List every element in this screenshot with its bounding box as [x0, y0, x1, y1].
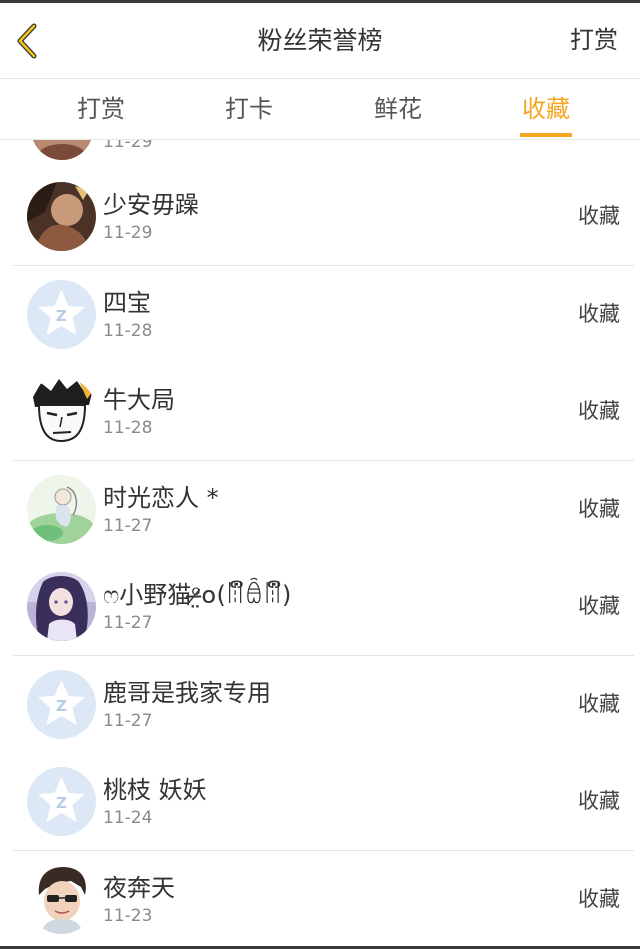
avatar — [27, 377, 96, 446]
favorite-label: 收藏 — [578, 692, 620, 716]
favorite-label: 收藏 — [578, 302, 620, 326]
avatar: Z — [27, 767, 96, 836]
tab-flowers[interactable]: 鲜花 — [343, 79, 453, 139]
default-avatar-icon: Z — [27, 767, 96, 836]
favorite-label: 收藏 — [578, 887, 620, 911]
list-item-date: 11-24 — [103, 808, 153, 828]
tab-checkin[interactable]: 打卡 — [194, 79, 304, 139]
list-item[interactable]: 牛大局 11-28 收藏 — [13, 363, 634, 461]
avatar — [27, 572, 96, 641]
list-item-name: 桃枝 妖妖 — [103, 776, 207, 804]
list-item[interactable]: Z 鹿哥是我家专用 11-27 收藏 — [13, 656, 634, 754]
tab-label: 鲜花 — [374, 95, 422, 123]
svg-text:Z: Z — [56, 697, 67, 715]
list-item[interactable]: 少安毋躁 11-29 收藏 — [13, 168, 634, 266]
list-item-name: 鹿哥是我家专用 — [103, 679, 271, 707]
list-item[interactable]: 时光恋人 * 11-27 收藏 — [13, 461, 634, 559]
avatar — [27, 865, 96, 934]
list-item-name: 少安毋躁 — [103, 191, 199, 219]
anime-girl-icon — [27, 572, 96, 641]
illustration-avatar-icon — [27, 475, 96, 544]
list-item-name: 牛大局 — [103, 386, 175, 414]
favorite-label: 收藏 — [578, 497, 620, 521]
list-item-date: 11-29 — [103, 140, 153, 152]
reward-button[interactable]: 打赏 — [570, 3, 618, 78]
list-item[interactable]: Z 四宝 11-28 收藏 — [13, 266, 634, 364]
tab-reward[interactable]: 打赏 — [46, 79, 156, 139]
avatar — [27, 182, 96, 251]
svg-text:Z: Z — [56, 794, 67, 812]
list-item-date: 11-28 — [103, 418, 153, 438]
tab-favorites[interactable]: 收藏 — [491, 79, 601, 139]
default-avatar-icon: Z — [27, 670, 96, 739]
svg-text:Z: Z — [56, 307, 67, 325]
avatar: Z — [27, 670, 96, 739]
list-item[interactable]: 夜奔天 11-23 收藏 — [13, 851, 634, 949]
list-item[interactable]: Z 桃枝 妖妖 11-24 收藏 — [13, 753, 634, 851]
list-item[interactable]: ෆ小野猫ᵒ̶̷̤໐(ꈨຶꎁꈨຶ) 11-27 收藏 — [13, 558, 634, 656]
list-item-date: 11-23 — [103, 906, 153, 926]
page-title: 粉丝荣誉榜 — [257, 26, 383, 55]
avatar — [31, 140, 93, 160]
favorite-label: 收藏 — [578, 594, 620, 618]
tab-label: 打卡 — [225, 95, 273, 123]
app-header: 粉丝荣誉榜 打赏 — [0, 3, 640, 79]
favorite-label: 收藏 — [578, 789, 620, 813]
fan-list[interactable]: 11-29 少安毋躁 11-29 收藏 Z 四宝 11-28 收藏 牛大局 11… — [0, 140, 640, 949]
photo-avatar-icon — [27, 182, 96, 251]
list-item-name: 四宝 — [103, 289, 151, 317]
list-item[interactable]: 11-29 — [13, 140, 634, 169]
list-item-date: 11-27 — [103, 613, 153, 633]
tab-label: 收藏 — [522, 95, 570, 123]
active-tab-indicator — [520, 133, 572, 137]
list-item-name: 时光恋人 * — [103, 484, 219, 512]
favorite-label: 收藏 — [578, 204, 620, 228]
list-item-date: 11-28 — [103, 321, 153, 341]
tab-label: 打赏 — [77, 95, 125, 123]
list-item-name: ෆ小野猫ᵒ̶̷̤໐(ꈨຶꎁꈨຶ) — [103, 581, 292, 609]
avatar: Z — [27, 280, 96, 349]
list-item-date: 11-29 — [103, 223, 153, 243]
default-avatar-icon: Z — [27, 280, 96, 349]
cartoon-face-icon — [27, 377, 96, 446]
avatar — [27, 475, 96, 544]
photo-avatar-icon — [31, 140, 93, 160]
list-item-date: 11-27 — [103, 516, 153, 536]
cartoon-boy-icon — [27, 865, 96, 934]
favorite-label: 收藏 — [578, 399, 620, 423]
tab-bar: 打赏 打卡 鲜花 收藏 — [0, 79, 640, 140]
list-item-name: 夜奔天 — [103, 874, 175, 902]
list-item-date: 11-27 — [103, 711, 153, 731]
